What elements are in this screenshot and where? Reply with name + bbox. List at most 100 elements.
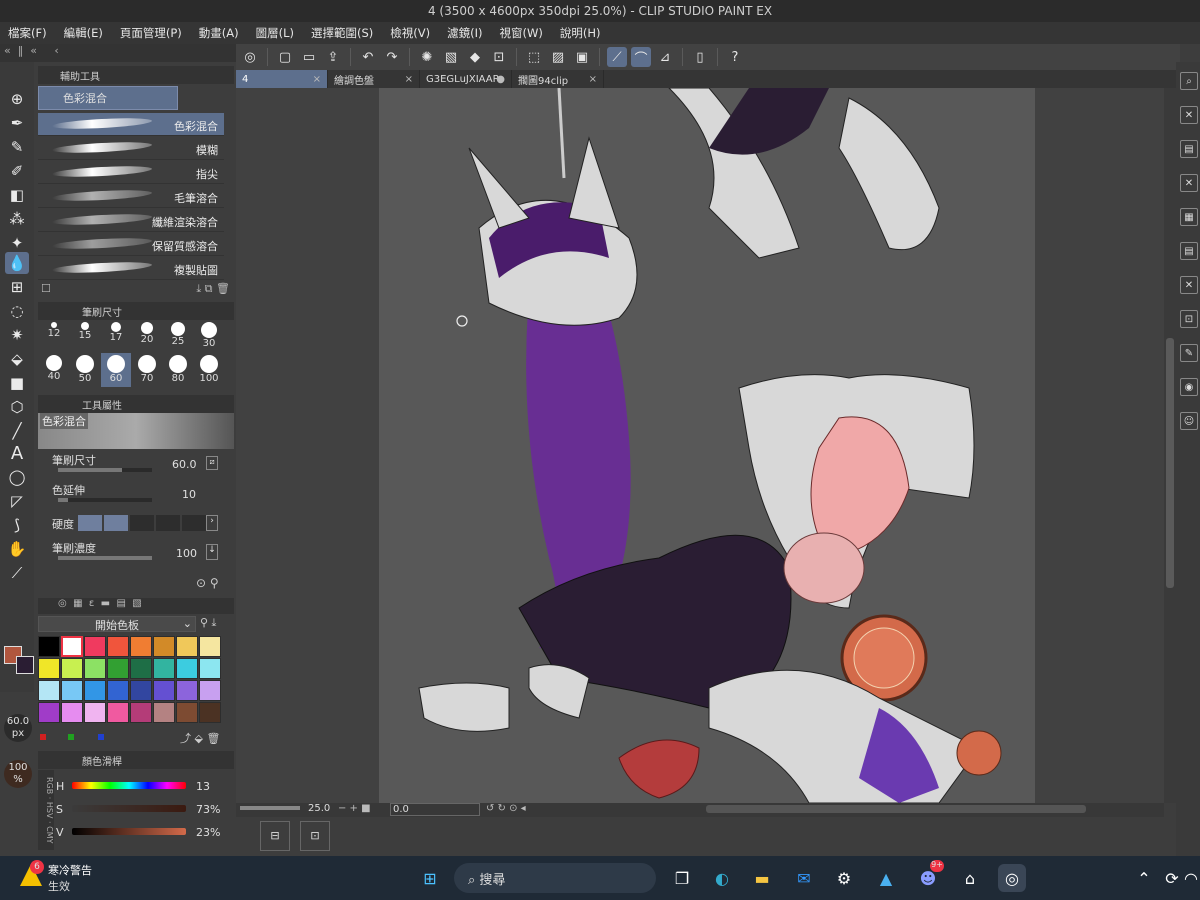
brush-size-option[interactable]: 25 xyxy=(163,320,193,354)
tab-doc-4[interactable]: 4 × xyxy=(236,70,328,88)
palette-actions-icon[interactable]: ⤴ ⬙ 🗑 xyxy=(180,730,220,746)
invert-selection-icon[interactable]: ▨ xyxy=(548,47,568,67)
brush-size-option[interactable]: 40 xyxy=(39,353,69,387)
mode-hsv[interactable]: HSV xyxy=(45,802,54,819)
brush-size-option[interactable]: 17 xyxy=(101,320,131,354)
edge-icon[interactable]: ◐ xyxy=(708,864,736,892)
palette-swatch[interactable] xyxy=(61,680,83,701)
file-explorer-icon[interactable]: ▬ xyxy=(748,864,776,892)
open-folder-icon[interactable]: ▭ xyxy=(299,47,319,67)
palette-swatch[interactable] xyxy=(61,702,83,723)
zoom-buttons-icon[interactable]: − + ■ xyxy=(338,803,371,814)
undo-icon[interactable]: ↶ xyxy=(358,47,378,67)
palette-swatch[interactable] xyxy=(107,680,129,701)
line-icon[interactable]: ╱ xyxy=(5,420,29,442)
saturation-value[interactable]: 73% xyxy=(196,803,220,816)
density-pressure-icon[interactable]: ↓ xyxy=(206,544,218,560)
clip-studio-icon[interactable]: ⌂ xyxy=(956,864,984,892)
correct-line-icon[interactable]: ⟆ xyxy=(5,514,29,536)
settings-icon[interactable]: ⊙ ⚲ xyxy=(196,576,219,590)
color-stretch-value[interactable]: 10 xyxy=(182,488,196,501)
taskbar-search[interactable]: ⌕ 搜尋 xyxy=(454,863,656,893)
palette-swatch[interactable] xyxy=(199,702,221,723)
palette-swatch[interactable] xyxy=(38,658,60,679)
tab-clip[interactable]: 擱圖94clip × xyxy=(512,70,604,88)
chevron-up-icon[interactable]: ⌃ xyxy=(1130,864,1158,892)
palette-swatch[interactable] xyxy=(38,680,60,701)
magic-wand-icon[interactable]: ✷ xyxy=(5,324,29,346)
palette-swatch[interactable] xyxy=(176,658,198,679)
steam-icon[interactable]: ⚙ xyxy=(830,864,858,892)
brush-size-option[interactable]: 30 xyxy=(194,320,224,354)
color-panel-tabs[interactable]: ◎ ▦ ɛ ▬ ▤ ▧ xyxy=(38,598,234,614)
palette-swatch[interactable] xyxy=(199,636,221,657)
deselect-icon[interactable]: ⬚ xyxy=(524,47,544,67)
eyedropper-icon[interactable]: ⟋ xyxy=(5,562,29,584)
close-panel-icon[interactable]: ✕ xyxy=(1180,174,1198,192)
outlook-icon[interactable]: ✉ xyxy=(790,864,818,892)
zoom-value[interactable]: 25.0 xyxy=(308,803,330,814)
brush-size-option[interactable]: 100 xyxy=(194,353,224,387)
brush-size-option[interactable]: 50 xyxy=(70,353,100,387)
palette-select[interactable]: 開始色板 ⌄ xyxy=(38,616,196,632)
mesh-icon[interactable]: ⊞ xyxy=(5,276,29,298)
clear-icon[interactable]: ▧ xyxy=(441,47,461,67)
menu-layer[interactable]: 圖層(L) xyxy=(256,25,294,41)
app-logo-icon[interactable]: ◎ xyxy=(240,47,260,67)
export-icon[interactable]: ⇪ xyxy=(323,47,343,67)
subtool-group-button[interactable]: 色彩混合 xyxy=(38,86,178,110)
zoom-slider[interactable] xyxy=(240,806,300,810)
text-icon[interactable]: A xyxy=(5,442,29,464)
menu-help[interactable]: 說明(H) xyxy=(560,25,601,41)
frame-icon[interactable]: ◸ xyxy=(5,490,29,512)
redo-icon[interactable]: ↷ xyxy=(382,47,402,67)
menu-filter[interactable]: 濾鏡(I) xyxy=(447,25,482,41)
brush-size-option[interactable]: 20 xyxy=(132,320,162,354)
material-icon[interactable]: ⊡ xyxy=(1180,310,1198,328)
sub-color-swatch[interactable] xyxy=(16,656,34,674)
task-view-icon[interactable]: ❐ xyxy=(668,864,696,892)
palette-swatch[interactable] xyxy=(199,680,221,701)
pressure-icon[interactable]: ⧄ xyxy=(206,456,218,470)
tab-g3eg[interactable]: G3EGLuJXIAAP ● xyxy=(420,70,512,88)
history-icon[interactable]: ▤ xyxy=(1180,242,1198,260)
color-mode-tabs[interactable]: RGB · HSV · CMY xyxy=(38,770,54,850)
balloon-icon[interactable]: ◯ xyxy=(5,466,29,488)
tab-palette[interactable]: 繪調色盤 × xyxy=(328,70,420,88)
saturation-slider[interactable] xyxy=(72,805,186,812)
fill-bucket-icon[interactable]: ⬙ xyxy=(5,348,29,370)
subtool-item[interactable]: 纖維渲染溶合 xyxy=(38,209,224,232)
subtool-item[interactable]: 複製貼圖 xyxy=(38,257,224,280)
photos-icon[interactable]: ▲ xyxy=(872,864,900,892)
close-panel-icon[interactable]: ✕ xyxy=(1180,276,1198,294)
subtool-item[interactable]: 指尖 xyxy=(38,161,224,184)
brush-size-slider[interactable] xyxy=(58,468,152,472)
grid-icon[interactable]: ▦ xyxy=(1180,208,1198,226)
horizontal-scrollbar[interactable] xyxy=(706,805,1086,813)
palette-swatch[interactable] xyxy=(84,658,106,679)
tab-modified-icon[interactable]: ● xyxy=(496,74,505,85)
wifi-icon[interactable]: ◠ xyxy=(1182,864,1200,892)
palette-swatch[interactable] xyxy=(107,658,129,679)
palette-settings-icon[interactable]: ⚲ ⤓ xyxy=(200,616,216,630)
subtool-item[interactable]: 保留質感溶合 xyxy=(38,233,224,256)
new-file-icon[interactable]: ▢ xyxy=(275,47,295,67)
help-icon[interactable]: ? xyxy=(725,47,745,67)
layer-icon[interactable]: ▤ xyxy=(1180,140,1198,158)
palette-swatch[interactable] xyxy=(176,636,198,657)
pencil-icon[interactable]: ✎ xyxy=(5,136,29,158)
brush-size-option[interactable]: 80 xyxy=(163,353,193,387)
brush-size-option[interactable]: 15 xyxy=(70,320,100,354)
canvas-paper[interactable] xyxy=(379,88,1035,803)
mode-rgb[interactable]: RGB xyxy=(45,777,54,794)
device-icon[interactable]: ▯ xyxy=(690,47,710,67)
subtool-item[interactable]: 色彩混合 xyxy=(38,113,224,136)
snap-special-ruler-icon[interactable]: ⌒ xyxy=(631,47,651,67)
menu-selection[interactable]: 選擇範圍(S) xyxy=(311,25,373,41)
rotation-value[interactable]: 0.0 xyxy=(390,803,480,816)
selection-border-icon[interactable]: ▣ xyxy=(572,47,592,67)
edit-icon[interactable]: ✎ xyxy=(1180,344,1198,362)
gradient-icon[interactable]: ■ xyxy=(5,372,29,394)
pen-icon[interactable]: ✒ xyxy=(5,112,29,134)
brush-size-readout[interactable]: 60.0 px xyxy=(4,714,32,742)
